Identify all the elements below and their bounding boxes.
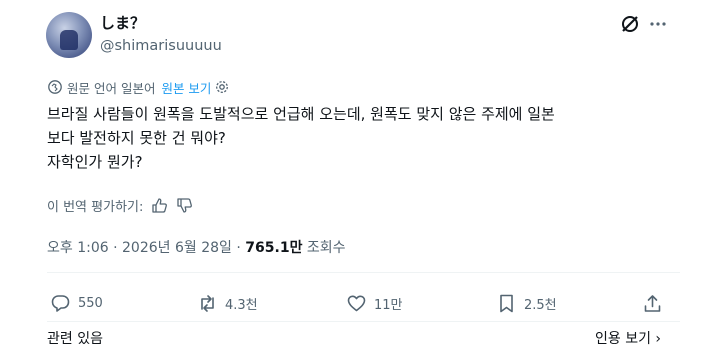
bookmark-count: 2.5천 [524, 297, 557, 313]
divider [47, 272, 680, 273]
show-original-link[interactable]: 원본 보기 [161, 78, 211, 97]
thumbs-down-icon[interactable] [176, 197, 193, 214]
heart-icon [346, 293, 367, 314]
views-count: 765.1만 [245, 240, 303, 256]
thumbs-up-icon[interactable] [151, 197, 168, 214]
globe-icon [47, 79, 63, 95]
related-label: 관련 있음 [47, 331, 103, 347]
translation-info: 원문 언어 일본어 원본 보기 [47, 78, 229, 96]
reply-button[interactable]: 550 [50, 292, 103, 314]
post-meta: 오후 1:06 · 2026년 6월 28일 · 765.1만 조회수 [47, 238, 346, 258]
post-text-line: 보다 발전하지 못한 건 뭐야? [47, 129, 226, 147]
more-options-icon[interactable] [648, 14, 668, 34]
meta-separator: · [108, 240, 123, 256]
post-text-line: 브라질 사람들이 원폭을 도발적으로 언급해 오는데, 원폭도 맞지 않은 주제… [47, 105, 555, 123]
reply-icon [50, 293, 71, 314]
share-button[interactable] [642, 292, 670, 314]
meta-separator: · [231, 240, 246, 256]
view-quotes-link[interactable]: 인용 보기 › [595, 328, 661, 348]
grok-icon[interactable] [620, 14, 640, 34]
repost-icon [197, 293, 218, 314]
reply-count: 550 [78, 295, 103, 311]
translation-source-label: 원문 언어 일본어 [67, 80, 156, 96]
post-text-line: 자학인가 뭔가? [47, 153, 143, 171]
repost-count: 4.3천 [225, 297, 258, 313]
rate-translation: 이 번역 평가하기: [47, 195, 193, 215]
rate-translation-label: 이 번역 평가하기: [47, 199, 144, 215]
share-icon [642, 293, 663, 314]
author-handle[interactable]: @shimarisuuuuu [100, 36, 222, 56]
post-text: 브라질 사람들이 원폭을 도발적으로 언급해 오는데, 원폭도 맞지 않은 주제… [47, 102, 687, 174]
post-date[interactable]: 2026년 6월 28일 [122, 240, 232, 256]
like-button[interactable]: 11만 [346, 292, 403, 314]
avatar[interactable] [46, 12, 92, 58]
repost-button[interactable]: 4.3천 [197, 292, 258, 314]
bookmark-button[interactable]: 2.5천 [496, 292, 557, 314]
like-count: 11만 [374, 297, 403, 313]
author-display-name[interactable]: しま？ [100, 13, 145, 33]
views-label: 조회수 [302, 240, 346, 256]
post-time[interactable]: 오후 1:06 [47, 240, 109, 256]
bookmark-icon [496, 293, 517, 314]
divider [47, 321, 680, 322]
gear-icon[interactable] [215, 80, 229, 94]
